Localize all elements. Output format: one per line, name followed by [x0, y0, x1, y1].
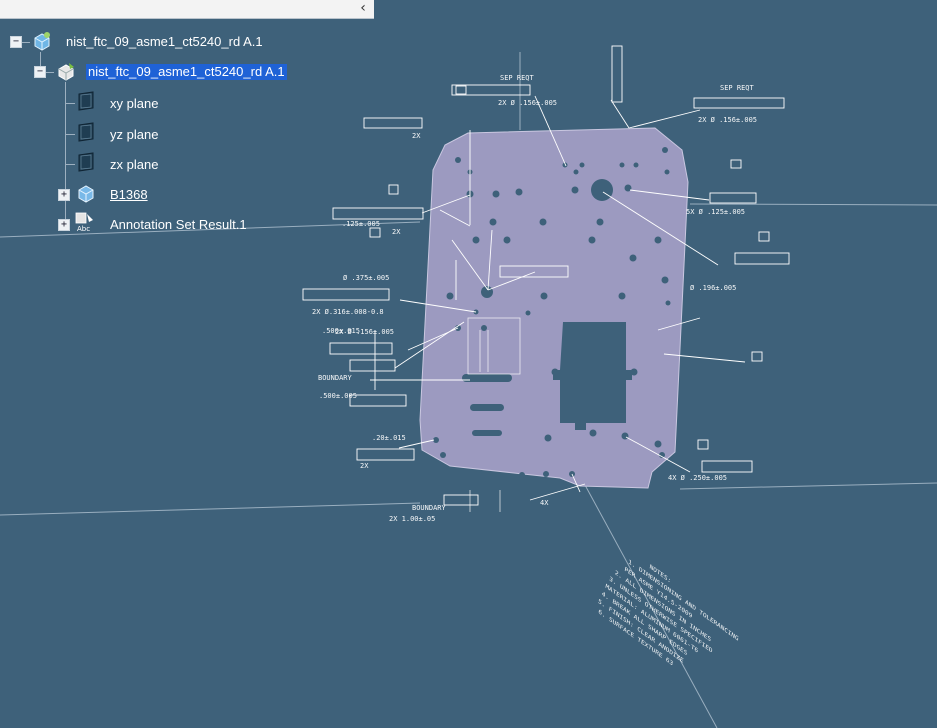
plate-slot — [462, 374, 512, 382]
tree-item-annotation-set[interactable]: Annotation Set Result.1 — [110, 217, 247, 233]
plate-slot — [472, 430, 502, 436]
part-expander[interactable]: − — [34, 66, 46, 78]
tree-connector — [65, 164, 75, 165]
svg-text:2X Ø .156±.005: 2X Ø .156±.005 — [698, 116, 757, 124]
svg-text:.500±.005: .500±.005 — [319, 392, 357, 400]
tree-connector — [22, 42, 30, 43]
tree-panel-header: ‹ — [0, 0, 374, 19]
svg-text:.20±.015: .20±.015 — [372, 434, 406, 442]
svg-text:BOUNDARY: BOUNDARY — [412, 504, 447, 512]
svg-text:2X Ø .156±.005: 2X Ø .156±.005 — [335, 328, 394, 336]
svg-text:SEP REQT: SEP REQT — [720, 84, 755, 92]
svg-text:2X: 2X — [360, 462, 369, 470]
svg-text:.125±.005: .125±.005 — [342, 220, 380, 228]
root-product-label[interactable]: nist_ftc_09_asme1_ct5240_rd A.1 — [66, 34, 263, 50]
svg-text:2X: 2X — [392, 228, 401, 236]
plate-model[interactable] — [419, 127, 689, 512]
svg-text:Abc: Abc — [77, 225, 90, 233]
tree-item-body[interactable]: B1368 — [110, 187, 148, 203]
root-expander[interactable]: − — [10, 36, 22, 48]
plane-icon — [76, 152, 96, 172]
svg-text:Ø .375±.005: Ø .375±.005 — [343, 274, 389, 282]
collapse-panel-button[interactable]: ‹ — [356, 1, 370, 16]
tree-connector — [65, 134, 75, 135]
svg-text:2X: 2X — [412, 132, 421, 140]
svg-text:4X: 4X — [540, 499, 549, 507]
tree-item-yz-plane[interactable]: yz plane — [110, 127, 158, 143]
tree-item-xy-plane[interactable]: xy plane — [110, 96, 158, 112]
body-icon — [76, 183, 96, 203]
svg-text:5X Ø .125±.005: 5X Ø .125±.005 — [686, 208, 745, 216]
tree-connector — [65, 103, 75, 104]
tree-item-zx-plane[interactable]: zx plane — [110, 157, 158, 173]
plate-body — [419, 127, 689, 489]
annotation-set-expander[interactable]: + — [58, 219, 70, 231]
svg-text:2X 1.00±.05: 2X 1.00±.05 — [389, 515, 435, 523]
part-label[interactable]: nist_ftc_09_asme1_ct5240_rd A.1 — [86, 64, 287, 80]
part-icon — [56, 61, 76, 81]
body-expander[interactable]: + — [58, 189, 70, 201]
svg-text:2X Ø.316±.008-0.8: 2X Ø.316±.008-0.8 — [312, 308, 384, 316]
plate-cutout — [553, 322, 632, 430]
svg-text:Ø .196±.005: Ø .196±.005 — [690, 284, 736, 292]
annotation-set-icon: Abc — [74, 211, 94, 233]
svg-text:BOUNDARY: BOUNDARY — [318, 374, 353, 382]
svg-text:2X Ø .156±.005: 2X Ø .156±.005 — [498, 99, 557, 107]
plane-icon — [76, 91, 96, 111]
svg-text:SEP REQT: SEP REQT — [500, 74, 535, 82]
svg-text:4X Ø .250±.005: 4X Ø .250±.005 — [668, 474, 727, 482]
plate-slot — [470, 404, 504, 411]
plane-icon — [76, 122, 96, 142]
product-icon — [32, 31, 52, 51]
tree-connector — [46, 72, 54, 73]
notes-block: NOTES: 1. DIMENSIONING AND TOLERANCING P… — [598, 558, 740, 668]
